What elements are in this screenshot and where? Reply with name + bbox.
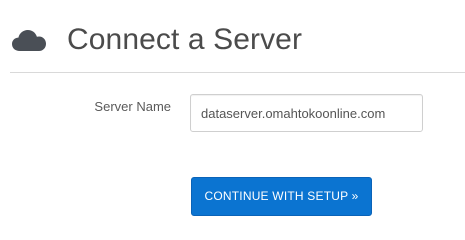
server-name-input[interactable] xyxy=(190,94,423,132)
page-header: Connect a Server xyxy=(0,0,465,72)
page-title: Connect a Server xyxy=(67,23,303,56)
server-name-label: Server Name xyxy=(94,99,171,114)
cloud-icon xyxy=(12,30,46,51)
continue-with-setup-button[interactable]: CONTINUE WITH SETUP » xyxy=(191,177,372,216)
divider xyxy=(10,72,465,73)
